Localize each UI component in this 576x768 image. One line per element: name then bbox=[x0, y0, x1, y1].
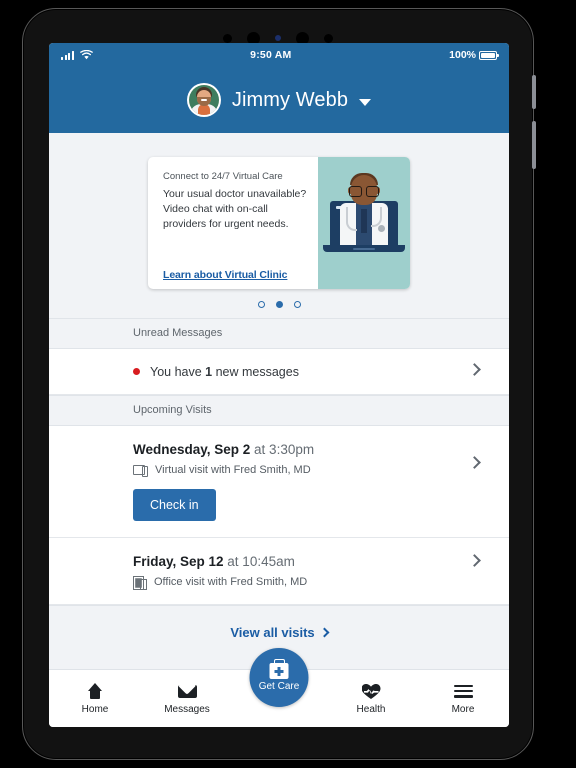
battery-percent-label: 100% bbox=[449, 49, 476, 61]
visit-date-1: Wednesday, Sep 2 at 3:30pm bbox=[133, 442, 315, 457]
learn-about-virtual-clinic-link[interactable]: Learn about Virtual Clinic bbox=[163, 269, 308, 281]
nav-label-more: More bbox=[451, 704, 475, 715]
nav-label-health: Health bbox=[356, 704, 386, 715]
carousel-dot-1[interactable] bbox=[257, 301, 265, 308]
indicator-led bbox=[275, 35, 281, 41]
chevron-right-icon bbox=[319, 627, 330, 637]
heart-pulse-icon bbox=[362, 682, 381, 700]
volume-up-button[interactable] bbox=[532, 75, 536, 109]
visit-detail-1: Virtual visit with Fred Smith, MD bbox=[155, 464, 311, 476]
monitor-icon bbox=[133, 464, 148, 477]
section-header-unread-messages: Unread Messages bbox=[49, 318, 509, 349]
wifi-icon bbox=[79, 50, 93, 60]
visit-detail-2: Office visit with Fred Smith, MD bbox=[154, 576, 308, 588]
cellular-signal-icon bbox=[61, 50, 74, 60]
battery-full-icon bbox=[479, 50, 499, 60]
get-care-label: Get Care bbox=[258, 681, 300, 692]
carousel-dots[interactable] bbox=[49, 289, 509, 318]
tablet-screen: 9:50 AM 100% Jimmy Webb Connect to 24/7 … bbox=[49, 43, 509, 727]
view-all-visits-link[interactable]: View all visits bbox=[230, 623, 330, 641]
status-bar-time: 9:50 AM bbox=[250, 49, 292, 61]
promo-eyebrow: Connect to 24/7 Virtual Care bbox=[163, 171, 283, 182]
chevron-down-icon[interactable] bbox=[359, 98, 372, 106]
nav-label-home: Home bbox=[81, 704, 109, 715]
nav-item-home[interactable]: Home bbox=[49, 682, 141, 715]
chevron-right-icon[interactable] bbox=[468, 456, 481, 469]
sensor-dot bbox=[223, 33, 232, 43]
visit-date-2: Friday, Sep 12 at 10:45am bbox=[133, 554, 295, 569]
virtual-care-promo-card[interactable]: Connect to 24/7 Virtual Care Your usual … bbox=[148, 157, 410, 289]
visit-meta-1: Virtual visit with Fred Smith, MD bbox=[133, 464, 311, 477]
carousel-dot-3[interactable] bbox=[293, 301, 301, 308]
main-content: Connect to 24/7 Virtual Care Your usual … bbox=[49, 133, 509, 669]
unread-indicator-dot bbox=[133, 368, 140, 375]
envelope-icon bbox=[177, 682, 197, 700]
section-header-upcoming-visits: Upcoming Visits bbox=[49, 395, 509, 426]
hamburger-menu-icon bbox=[453, 682, 473, 700]
bottom-navigation-bar: Home Messages Health More Get Care bbox=[49, 648, 509, 727]
medical-bag-icon bbox=[269, 663, 289, 679]
volume-down-button[interactable] bbox=[532, 121, 536, 169]
visit-row-1[interactable]: Wednesday, Sep 2 at 3:30pm Virtual visit… bbox=[49, 426, 509, 538]
view-all-visits-label: View all visits bbox=[230, 624, 315, 640]
status-bar: 9:50 AM 100% bbox=[49, 43, 509, 67]
chevron-right-icon[interactable] bbox=[468, 362, 481, 376]
home-icon bbox=[87, 682, 104, 700]
building-icon bbox=[133, 576, 147, 590]
tablet-device-frame: 9:50 AM 100% Jimmy Webb Connect to 24/7 … bbox=[22, 8, 536, 760]
user-name-label[interactable]: Jimmy Webb bbox=[232, 89, 348, 112]
nav-item-health[interactable]: Health bbox=[325, 682, 417, 715]
visit-row-2[interactable]: Friday, Sep 12 at 10:45am Office visit w… bbox=[49, 538, 509, 605]
promo-carousel: Connect to 24/7 Virtual Care Your usual … bbox=[49, 133, 509, 318]
get-care-button[interactable]: Get Care bbox=[249, 648, 309, 707]
nav-item-messages[interactable]: Messages bbox=[141, 682, 233, 715]
doctor-video-visit-illustration bbox=[318, 157, 410, 289]
avatar[interactable] bbox=[186, 83, 221, 117]
carousel-dot-2-active[interactable] bbox=[275, 301, 283, 308]
check-in-button[interactable]: Check in bbox=[133, 489, 216, 521]
nav-item-more[interactable]: More bbox=[417, 682, 509, 715]
visit-meta-2: Office visit with Fred Smith, MD bbox=[133, 576, 308, 590]
unread-messages-row[interactable]: You have 1 new messages bbox=[49, 349, 509, 395]
chevron-right-icon[interactable] bbox=[468, 554, 481, 567]
app-header: Jimmy Webb bbox=[49, 67, 509, 133]
promo-body-text: Your usual doctor unavailable? Video cha… bbox=[163, 188, 307, 230]
unread-messages-label: You have 1 new messages bbox=[150, 364, 299, 379]
nav-label-messages: Messages bbox=[164, 704, 210, 715]
sensor-dot bbox=[324, 33, 333, 43]
